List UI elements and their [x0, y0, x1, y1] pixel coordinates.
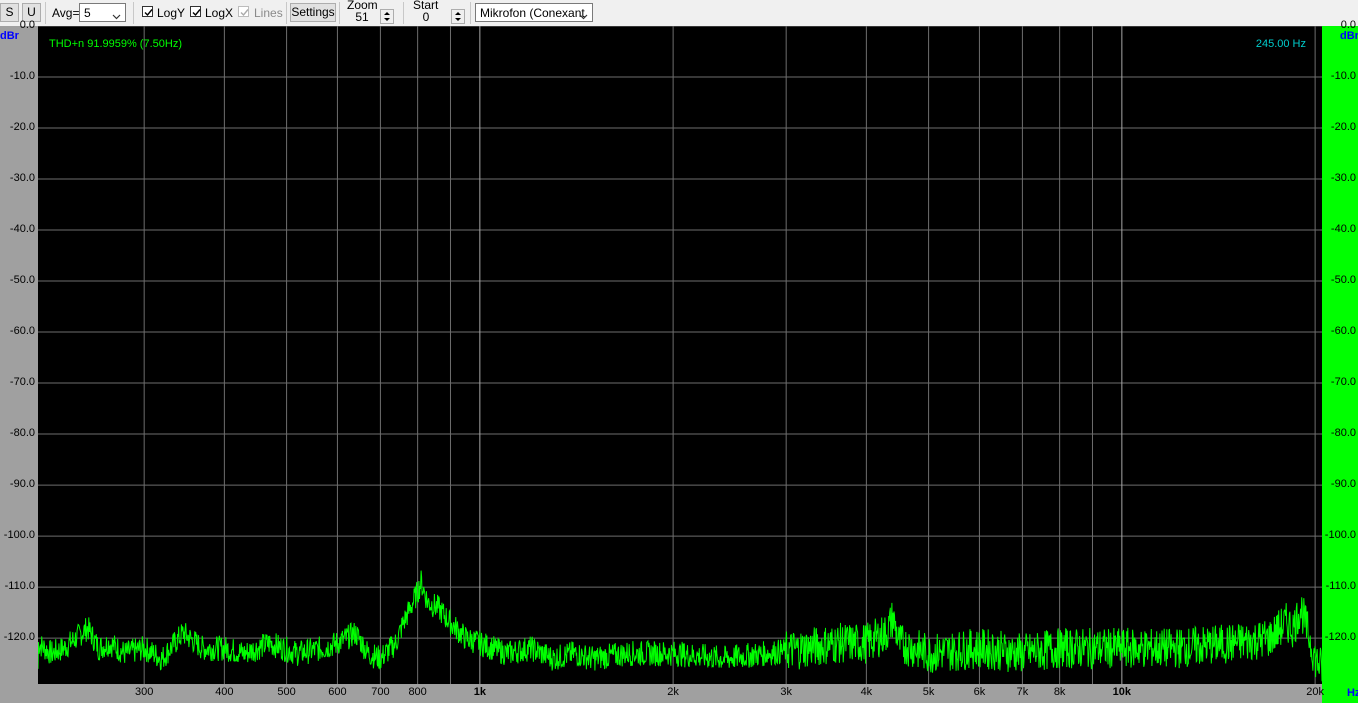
y-tick-label: -110.0: [1325, 580, 1356, 593]
x-tick-label: 20k: [1306, 686, 1324, 698]
toolbar-separator: [133, 2, 134, 24]
logx-label[interactable]: LogX: [205, 6, 233, 20]
lines-checkbox[interactable]: [238, 6, 249, 17]
x-tick-label: 3k: [780, 686, 792, 698]
spin-up-icon[interactable]: [384, 12, 390, 15]
device-select[interactable]: Mikrofon (Conexant: [475, 3, 593, 22]
logx-checkbox[interactable]: [190, 6, 201, 17]
frequency-readout: 245.00 Hz: [1256, 38, 1306, 50]
y-tick-label: -50.0: [9, 274, 35, 287]
start-value[interactable]: 0: [412, 10, 440, 24]
x-tick-label: 300: [134, 686, 154, 698]
toolbar-separator: [339, 2, 340, 24]
y-tick-label: -30.0: [9, 172, 35, 185]
toolbar-separator: [403, 2, 404, 24]
y-tick-label: -70.0: [1330, 376, 1356, 389]
spin-down-icon[interactable]: [384, 18, 390, 21]
y-tick-label: 0.0: [19, 19, 35, 31]
y-tick-label: -70.0: [9, 376, 35, 389]
y-tick-label: -80.0: [1330, 427, 1356, 440]
y-unit-left: dBr: [0, 30, 19, 42]
avg-select-value: 5: [84, 6, 91, 20]
y-tick-label: -30.0: [1330, 172, 1356, 185]
y-tick-label: -20.0: [9, 121, 35, 133]
device-select-value: Mikrofon (Conexant: [480, 6, 585, 20]
avg-select[interactable]: 5: [79, 3, 126, 22]
y-tick-label: -60.0: [1330, 325, 1356, 338]
y-tick-label: -10.0: [9, 70, 35, 82]
lines-label[interactable]: Lines: [254, 6, 283, 20]
y-tick-label: -90.0: [9, 478, 35, 491]
toolbar-separator: [470, 2, 471, 24]
y-tick-label: -120.0: [1324, 631, 1356, 644]
y-tick-label: -50.0: [1330, 274, 1356, 287]
logy-label[interactable]: LogY: [157, 6, 185, 20]
y-tick-label: -60.0: [9, 325, 35, 338]
x-tick-label: 1k: [473, 686, 486, 698]
start-spinner[interactable]: [451, 9, 465, 24]
y-tick-label: -20.0: [1330, 121, 1356, 133]
y-tick-label: -120.0: [3, 631, 35, 644]
toolbar: S U Avg= 5 LogY LogX Lines Settings Zoom…: [0, 0, 1358, 26]
plot-background: [38, 26, 1322, 684]
x-tick-label: 8k: [1053, 686, 1066, 698]
logy-checkbox[interactable]: [142, 6, 153, 17]
spectrum-plot: THD+n 91.9959% (7.50Hz) 245.00 Hz: [38, 26, 1322, 684]
y-tick-label: -40.0: [1330, 223, 1356, 236]
x-tick-label: 400: [215, 686, 234, 698]
x-tick-label: 800: [408, 686, 427, 698]
x-tick-label: 500: [277, 686, 296, 698]
y-tick-label: -40.0: [9, 223, 35, 236]
x-unit: Hz: [1347, 687, 1358, 699]
x-tick-label: 5k: [922, 686, 935, 698]
y-tick-label: -100.0: [1324, 529, 1356, 542]
y-tick-label: -90.0: [1330, 478, 1356, 491]
y-tick-label: -80.0: [9, 427, 35, 440]
x-tick-label: 7k: [1016, 686, 1029, 698]
spin-down-icon[interactable]: [455, 18, 461, 21]
zoom-spinner[interactable]: [380, 9, 394, 24]
checkmark-icon: [144, 9, 153, 17]
y-tick-label: -100.0: [3, 529, 35, 542]
chevron-down-icon: [112, 9, 121, 23]
x-tick-label: 600: [328, 686, 347, 698]
x-tick-label: 4k: [860, 686, 873, 698]
settings-button[interactable]: Settings: [290, 3, 336, 22]
avg-label: Avg=: [52, 6, 80, 20]
toolbar-separator: [286, 2, 287, 24]
x-tick-label: 6k: [973, 686, 986, 698]
chevron-down-icon: [579, 9, 588, 23]
x-tick-label: 2k: [667, 686, 679, 698]
toolbar-separator: [45, 2, 46, 24]
checkmark-icon: [240, 9, 249, 17]
x-tick-label: 700: [371, 686, 390, 698]
thd-readout: THD+n 91.9959% (7.50Hz): [49, 38, 182, 50]
zoom-value[interactable]: 51: [348, 10, 376, 24]
spin-up-icon[interactable]: [455, 12, 461, 15]
y-unit-right: dBr: [1340, 30, 1358, 42]
x-tick-label: 10k: [1112, 686, 1132, 698]
checkmark-icon: [192, 9, 201, 17]
y-tick-label: -10.0: [1330, 70, 1356, 82]
y-tick-label: -110.0: [4, 580, 35, 593]
y-tick-label: 0.0: [1340, 19, 1356, 31]
